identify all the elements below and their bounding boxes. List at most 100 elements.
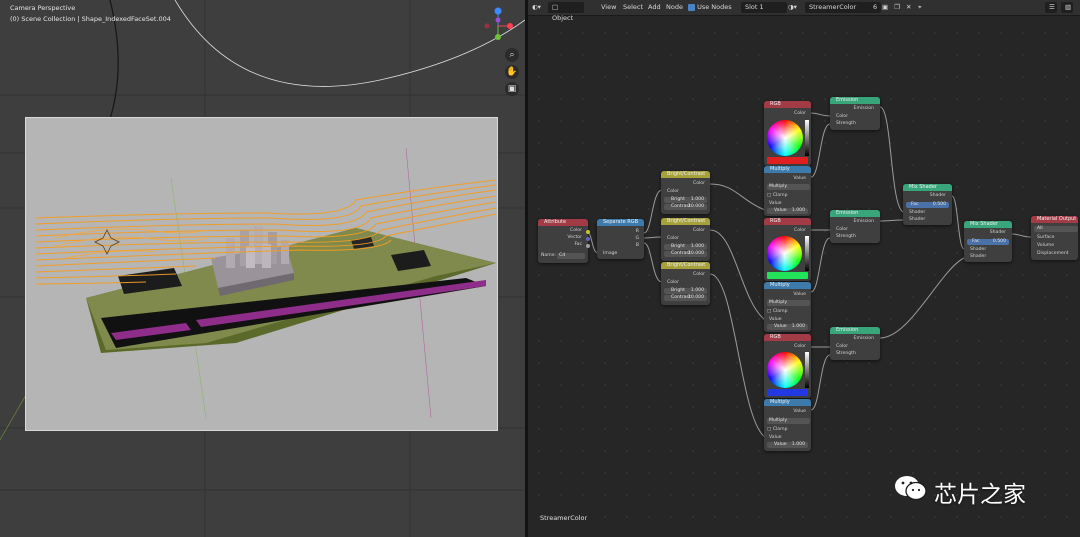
rgb-node-2[interactable]: RGB Color <box>764 218 811 281</box>
mul1-clamp[interactable]: □ Clamp <box>767 193 788 198</box>
multiply-node-1[interactable]: Multiply Value Multiply □ Clamp Value Va… <box>764 166 811 216</box>
rgb3-value-slider[interactable] <box>805 352 809 388</box>
pin-icon[interactable]: ⌖ <box>918 2 922 13</box>
rgb2-title: RGB <box>764 218 811 225</box>
attribute-node-title: Attribute <box>538 219 588 226</box>
mul2-clamp-label: Clamp <box>772 309 788 314</box>
attribute-name-field[interactable]: Cd <box>557 253 585 259</box>
mix1-fac-value: 0.500 <box>932 202 946 207</box>
mul2-operation-select[interactable]: Multiply <box>767 300 810 306</box>
bc1-out: Color <box>693 181 705 186</box>
use-nodes-toggle[interactable]: Use Nodes <box>688 2 732 13</box>
pcb-render <box>35 147 497 419</box>
socket[interactable] <box>586 244 590 248</box>
rgb3-color-swatch[interactable] <box>767 389 808 396</box>
material-output-node[interactable]: Material Output All Surface Volume Displ… <box>1031 216 1078 260</box>
bright-contrast-node-2[interactable]: Bright/Contrast Color Color Bright 1.000… <box>661 218 710 261</box>
bc3-contrast-field[interactable]: Contrast 10.000 <box>664 295 707 301</box>
rgb-node-1[interactable]: RGB Color <box>764 101 811 166</box>
mix2-title: Mix Shader <box>964 221 1012 228</box>
rgb1-color-swatch[interactable] <box>767 157 808 164</box>
wechat-logo-icon <box>895 476 927 501</box>
viewport-title: Camera Perspective <box>10 4 76 12</box>
menu-view[interactable]: View <box>601 2 616 13</box>
mul3-clamp-label: Clamp <box>772 427 788 432</box>
material-users[interactable]: 6 <box>869 2 881 13</box>
mix1-fac-field[interactable]: Fac 0.500 <box>906 202 949 208</box>
pan-hand-icon[interactable]: ✋ <box>505 65 519 79</box>
viewport-collection: (0) Scene Collection | Shape_IndexedFace… <box>10 15 171 23</box>
overlay-icon[interactable]: ▧ <box>1061 2 1073 13</box>
emission-node-1[interactable]: Emission Emission Color Strength <box>830 97 880 130</box>
editor-type-icon[interactable]: ◐▾ <box>532 2 541 13</box>
mul1-value-field[interactable]: Value 1.000 <box>767 208 808 214</box>
output-target-select[interactable]: All <box>1034 226 1078 232</box>
bc3-bright-field[interactable]: Bright 1.000 <box>664 288 707 294</box>
emission-node-3[interactable]: Emission Emission Color Strength <box>830 327 880 360</box>
slot-select[interactable]: Slot 1 <box>741 2 787 13</box>
mul1-operation-select[interactable]: Multiply <box>767 184 810 190</box>
rgb-node-3[interactable]: RGB Color <box>764 334 811 398</box>
em3-in-strength: Strength <box>836 351 856 356</box>
mix-shader-node-2[interactable]: Mix Shader Shader Fac 0.500 Shader Shade… <box>964 221 1012 262</box>
bc3-out: Color <box>693 272 705 277</box>
use-nodes-checkbox[interactable] <box>688 3 695 11</box>
mul3-value-field[interactable]: Value 1.000 <box>767 442 808 448</box>
bc1-contrast-field[interactable]: Contrast 10.000 <box>664 204 707 210</box>
zoom-icon[interactable]: ⌕ <box>505 48 519 62</box>
rgb3-title: RGB <box>764 334 811 341</box>
rgb3-color-wheel[interactable] <box>767 352 803 388</box>
rgb1-value-slider[interactable] <box>805 120 809 156</box>
separate-rgb-node[interactable]: Separate RGB R G B Image <box>597 219 644 259</box>
socket[interactable] <box>586 237 590 241</box>
bc1-bright-label: Bright <box>671 197 685 202</box>
bc2-title: Bright/Contrast <box>661 218 710 225</box>
mix2-fac-field[interactable]: Fac 0.500 <box>967 239 1009 245</box>
rgb1-color-wheel[interactable] <box>767 120 803 156</box>
rgb2-color-wheel[interactable] <box>767 236 802 271</box>
menu-node[interactable]: Node <box>666 2 683 13</box>
mul3-operation-select[interactable]: Multiply <box>767 418 810 424</box>
mul3-value-label: Value <box>774 442 787 447</box>
multiply-node-2[interactable]: Multiply Value Multiply □ Clamp Value Va… <box>764 282 811 332</box>
mul1-value-val: 1.000 <box>791 208 805 213</box>
mode-select[interactable]: □ Object <box>548 2 584 22</box>
bc2-bright-field[interactable]: Bright 1.000 <box>664 244 707 250</box>
mul2-clamp[interactable]: □ Clamp <box>767 309 788 314</box>
close-icon[interactable]: ✕ <box>906 2 911 13</box>
socket[interactable] <box>586 230 590 234</box>
bc1-bright-field[interactable]: Bright 1.000 <box>664 197 707 203</box>
mix2-out: Shader <box>989 230 1006 235</box>
material-name-field[interactable]: StreamerColor <box>805 2 873 13</box>
separate-out-g: G <box>635 236 639 241</box>
copy-icon[interactable]: ❐ <box>894 2 900 13</box>
rgb2-value-slider[interactable] <box>805 236 809 271</box>
rgb2-color-swatch[interactable] <box>767 272 808 279</box>
sidebar-icon[interactable]: ☰ <box>1045 2 1057 13</box>
fake-user-icon[interactable]: ▣ <box>882 2 888 13</box>
menu-add[interactable]: Add <box>648 2 661 13</box>
bright-contrast-node-3[interactable]: Bright/Contrast Color Color Bright 1.000… <box>661 262 710 305</box>
mul3-clamp[interactable]: □ Clamp <box>767 427 788 432</box>
mul3-out: Value <box>793 409 806 414</box>
material-icon[interactable]: ◑▾ <box>788 2 797 13</box>
menu-select[interactable]: Select <box>623 2 643 13</box>
mul2-out: Value <box>793 292 806 297</box>
emission-node-2[interactable]: Emission Emission Color Strength <box>830 210 880 243</box>
separate-out-r: R <box>635 229 639 234</box>
mul2-value-val: 1.000 <box>791 324 805 329</box>
3d-viewport[interactable]: Camera Perspective (0) Scene Collection … <box>0 0 525 537</box>
multiply-node-3[interactable]: Multiply Value Multiply □ Clamp Value Va… <box>764 399 811 451</box>
em1-title: Emission <box>830 97 880 104</box>
bc2-contrast-field[interactable]: Contrast 10.000 <box>664 251 707 257</box>
editor-material-label: StreamerColor <box>540 514 588 522</box>
mix1-in-shader-1: Shader <box>909 210 926 215</box>
mix2-fac-label: Fac <box>972 239 980 244</box>
mul2-value-field[interactable]: Value 1.000 <box>767 324 808 330</box>
mix-shader-node-1[interactable]: Mix Shader Shader Fac 0.500 Shader Shade… <box>903 184 952 225</box>
attribute-node[interactable]: Attribute Color Vector Fac Name: Cd <box>538 219 588 263</box>
camera-view-icon[interactable]: ▣ <box>505 82 519 96</box>
node-editor-header: ◐▾ □ Object View Select Add Node Use Nod… <box>528 0 1080 22</box>
bright-contrast-node-1[interactable]: Bright/Contrast Color Color Bright 1.000… <box>661 171 710 214</box>
axis-gizmo[interactable] <box>483 6 513 46</box>
